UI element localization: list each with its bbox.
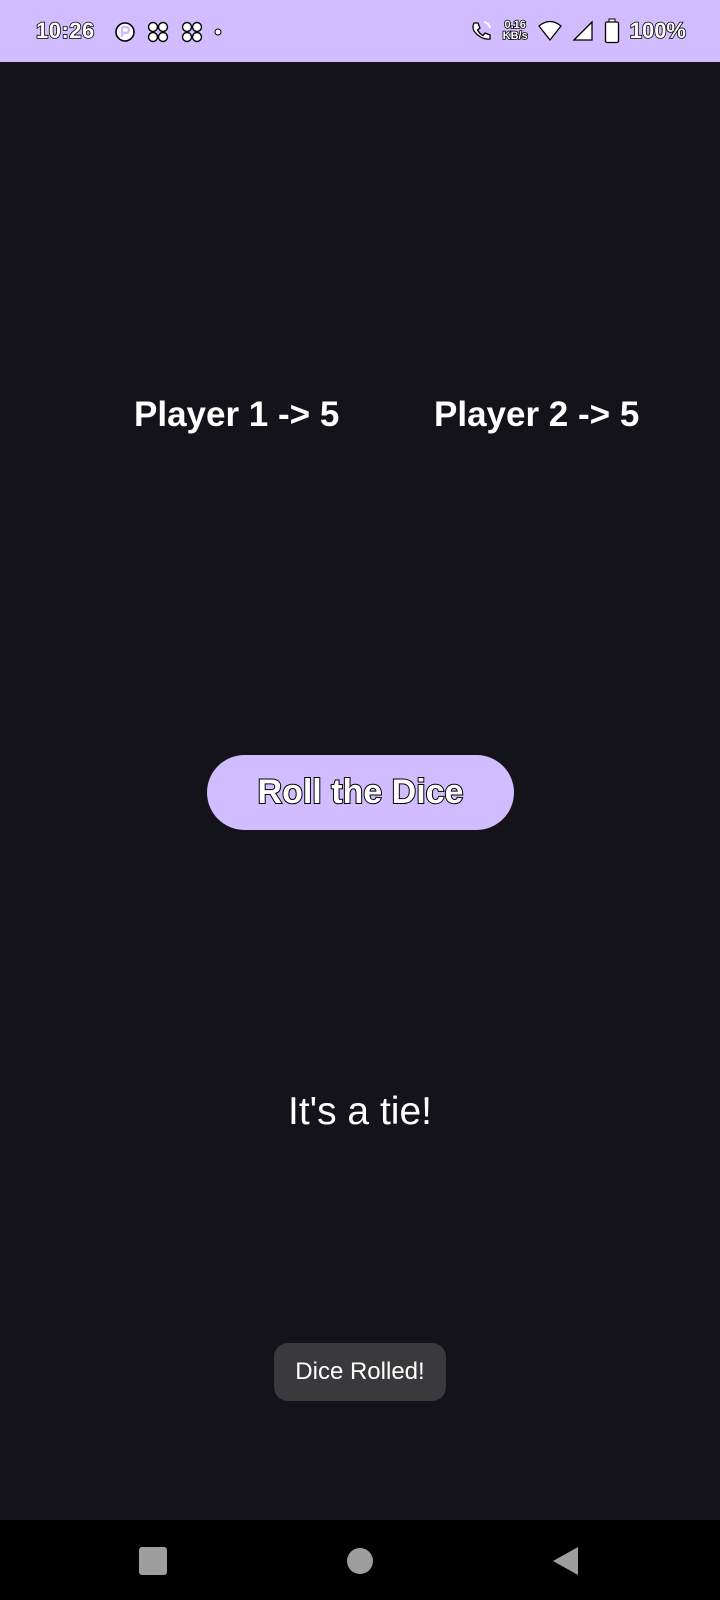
dot-icon <box>214 28 222 36</box>
status-bar: 10:26 0.16 KB/s 100% <box>0 0 720 62</box>
status-left-icons <box>114 19 222 45</box>
pinwheel-icon <box>146 20 170 44</box>
wifi-icon <box>537 20 562 42</box>
player2-score: Player 2 -> 5 <box>434 395 640 434</box>
navigation-bar <box>0 1520 720 1600</box>
back-button[interactable] <box>549 1544 583 1578</box>
wifi-calling-icon <box>469 19 493 43</box>
cell-signal-icon <box>572 20 594 42</box>
toast-message: Dice Rolled! <box>295 1358 425 1385</box>
battery-icon <box>604 18 620 44</box>
app-notification-icon <box>114 21 136 43</box>
home-icon <box>346 1547 374 1575</box>
game-result: It's a tie! <box>287 1090 432 1133</box>
recents-button[interactable] <box>136 1544 170 1578</box>
recents-icon <box>138 1546 168 1576</box>
battery-percentage: 100% <box>629 17 687 44</box>
network-speed: 0.16 KB/s <box>502 19 529 43</box>
roll-dice-button[interactable]: Roll the Dice <box>207 755 514 830</box>
toast: Dice Rolled! <box>274 1343 446 1401</box>
roll-dice-button-label: Roll the Dice <box>257 772 465 812</box>
status-time: 10:26 <box>35 17 95 44</box>
home-button[interactable] <box>343 1544 377 1578</box>
status-right-icons: 0.16 KB/s 100% <box>469 16 687 46</box>
player1-score: Player 1 -> 5 <box>134 395 340 434</box>
network-speed-unit: KB/s <box>502 30 529 43</box>
back-icon <box>551 1546 581 1576</box>
pinwheel-icon <box>180 20 204 44</box>
